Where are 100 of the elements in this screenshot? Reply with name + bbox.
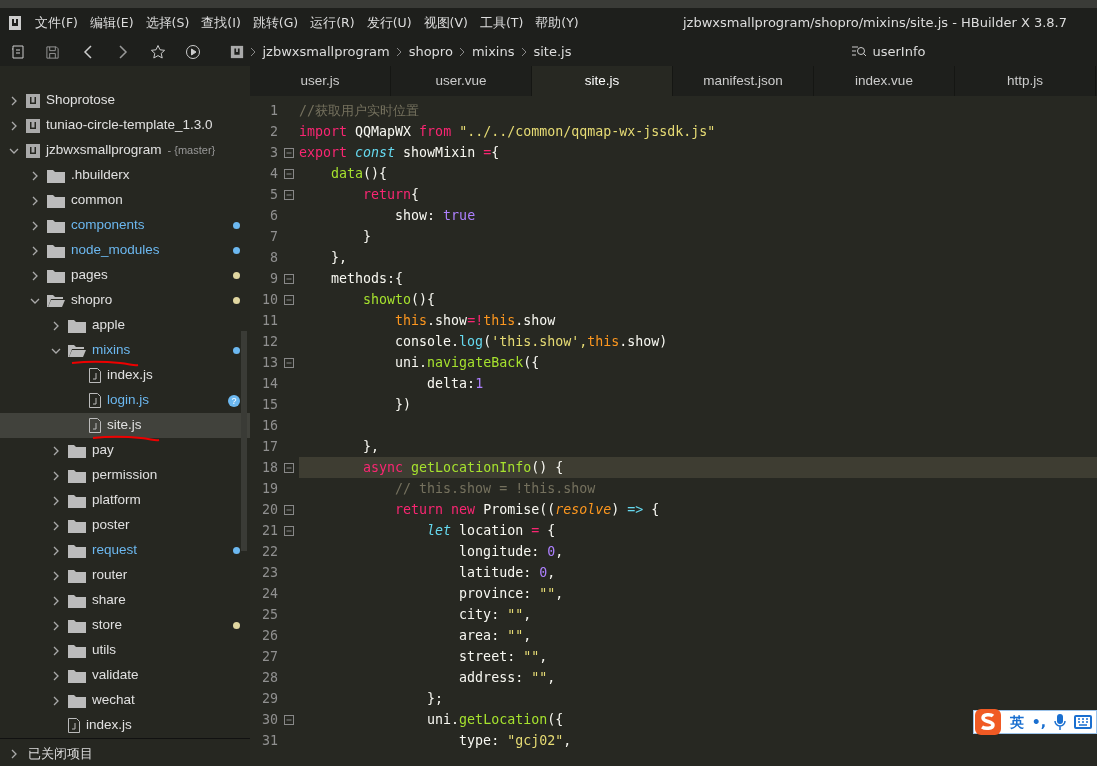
ime-mode-label[interactable]: 英 <box>1009 711 1024 733</box>
breadcrumb-item[interactable]: shopro <box>408 42 453 62</box>
chevron-right-icon <box>396 47 403 57</box>
line-number: 15 <box>261 395 278 414</box>
line-number: 27 <box>261 647 278 666</box>
fold-icon[interactable] <box>283 168 294 179</box>
line-number: 6 <box>269 206 278 225</box>
fold-icon[interactable] <box>283 714 294 725</box>
tree-item[interactable]: components <box>0 213 250 238</box>
tree-item[interactable]: Shoprotose <box>0 88 250 113</box>
window-title: jzbwxsmallprogram/shopro/mixins/site.js - HBuilder X 3.8.7 <box>682 14 1068 33</box>
menu-item[interactable]: 工具(T) <box>473 13 530 33</box>
file-icon <box>89 418 101 433</box>
tree-item[interactable]: wechat <box>0 688 250 713</box>
tree-item[interactable]: utils <box>0 638 250 663</box>
tree-item[interactable]: share <box>0 588 250 613</box>
fold-icon[interactable] <box>283 147 294 158</box>
folder-icon <box>68 443 86 458</box>
project-icon <box>26 93 40 108</box>
line-number: 25 <box>261 605 278 624</box>
fold-icon[interactable] <box>283 189 294 200</box>
search-field[interactable]: userInfo <box>870 41 1051 63</box>
menu-item[interactable]: 运行(R) <box>304 13 361 33</box>
menu-item[interactable]: 帮助(Y) <box>529 13 585 33</box>
menu-item[interactable]: 文件(F) <box>29 13 84 33</box>
menu-item[interactable]: 选择(S) <box>139 13 196 33</box>
code-line: delta:1 <box>426 375 484 393</box>
menu-item[interactable]: 查找(I) <box>195 13 247 33</box>
punctuation-mode-label[interactable]: •, <box>1031 711 1046 733</box>
tree-item[interactable]: platform <box>0 488 250 513</box>
closed-projects-label[interactable]: 已关闭项目 <box>28 743 93 764</box>
breadcrumb-item[interactable]: jzbwxsmallprogram <box>262 42 390 62</box>
tree-item[interactable]: router <box>0 563 250 588</box>
code-line: return new Promise((resolve) => { <box>394 501 660 519</box>
code-line: methods:{ <box>330 270 404 288</box>
open-folder-icon <box>68 343 86 358</box>
code-line: this.show=!this.show <box>394 312 556 330</box>
code-line: address: "", <box>458 669 556 687</box>
menu-item[interactable]: 跳转(G) <box>246 13 305 33</box>
menu-item[interactable]: 编辑(E) <box>83 13 140 33</box>
line-number: 28 <box>261 668 278 687</box>
line-number: 20 <box>261 500 278 519</box>
folder-icon <box>68 693 86 708</box>
folder-icon <box>68 568 86 583</box>
fold-icon[interactable] <box>283 357 294 368</box>
tree-item[interactable]: shopro <box>0 288 250 313</box>
scrollbar[interactable] <box>241 331 247 551</box>
tree-item[interactable]: login.js ? <box>0 388 250 413</box>
code-line: data(){ <box>330 165 388 183</box>
folder-icon <box>68 543 86 558</box>
folder-icon <box>47 168 65 183</box>
tree-item[interactable]: jzbwxsmallprogram - {master} <box>0 138 250 163</box>
folder-icon <box>47 218 65 233</box>
tree-item[interactable]: request <box>0 538 250 563</box>
line-number: 8 <box>269 248 278 267</box>
tree-item[interactable]: validate <box>0 663 250 688</box>
folder-icon <box>68 518 86 533</box>
line-number: 7 <box>269 227 278 246</box>
code-line: }; <box>426 690 444 708</box>
line-number: 29 <box>261 689 278 708</box>
fold-icon[interactable] <box>283 273 294 284</box>
tree-item[interactable]: pay <box>0 438 250 463</box>
keyboard-icon[interactable] <box>1074 715 1092 729</box>
project-icon <box>26 143 40 158</box>
fold-icon[interactable] <box>283 294 294 305</box>
editor-tab[interactable]: site.js <box>532 66 673 96</box>
menu-item[interactable]: 发行(U) <box>360 13 418 33</box>
code-line: async getLocationInfo() { <box>362 459 564 477</box>
menu-item[interactable]: 视图(V) <box>417 13 474 33</box>
chevron-right-icon <box>459 47 466 57</box>
open-folder-icon <box>47 293 65 308</box>
fold-icon[interactable] <box>283 504 294 515</box>
fold-icon[interactable] <box>283 525 294 536</box>
tree-item[interactable]: store <box>0 613 250 638</box>
line-number: 12 <box>261 332 278 351</box>
code-line: console.log('this.show',this.show) <box>394 333 668 351</box>
code-line: uni.navigateBack({ <box>394 354 540 372</box>
code-line: uni.getLocation({ <box>426 711 564 729</box>
breadcrumb-item[interactable]: mixins <box>471 42 515 62</box>
code-line: type: "gcj02", <box>458 732 572 750</box>
tree-item[interactable]: pages <box>0 263 250 288</box>
tree-item[interactable]: apple <box>0 313 250 338</box>
tree-item[interactable]: poster <box>0 513 250 538</box>
tree-item[interactable]: mixins <box>0 338 250 363</box>
code-line: province: "", <box>458 585 564 603</box>
code-line: import QQMapWX from "../../common/qqmap-wx-jssdk.js" <box>299 123 716 141</box>
folder-icon <box>68 468 86 483</box>
folder-icon <box>68 318 86 333</box>
breadcrumb-item[interactable]: site.js <box>533 42 572 62</box>
tree-item[interactable]: .hbuilderx <box>0 163 250 188</box>
tree-item[interactable]: node_modules <box>0 238 250 263</box>
fold-icon[interactable] <box>283 462 294 473</box>
branch-label: - {master} <box>167 143 216 159</box>
tree-item[interactable]: index.js <box>0 713 250 738</box>
microphone-icon[interactable] <box>1054 713 1066 731</box>
tree-item[interactable]: tuniao-circle-template_1.3.0 <box>0 113 250 138</box>
tree-item[interactable]: permission <box>0 463 250 488</box>
tree-item[interactable]: index.js <box>0 363 250 388</box>
line-number: 1 <box>269 101 278 120</box>
tree-item[interactable]: common <box>0 188 250 213</box>
